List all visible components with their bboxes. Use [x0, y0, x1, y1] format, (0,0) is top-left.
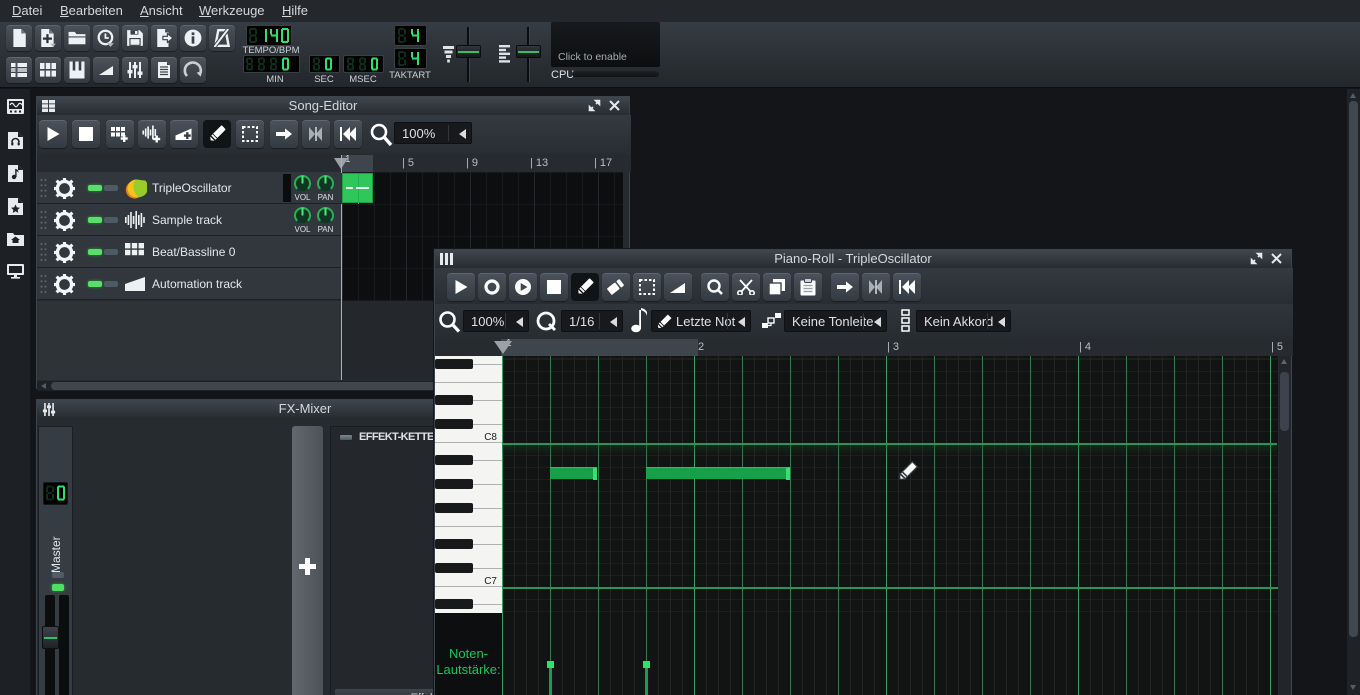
svg-text:C8: C8 — [484, 432, 497, 443]
svg-text:C7: C7 — [484, 576, 497, 587]
